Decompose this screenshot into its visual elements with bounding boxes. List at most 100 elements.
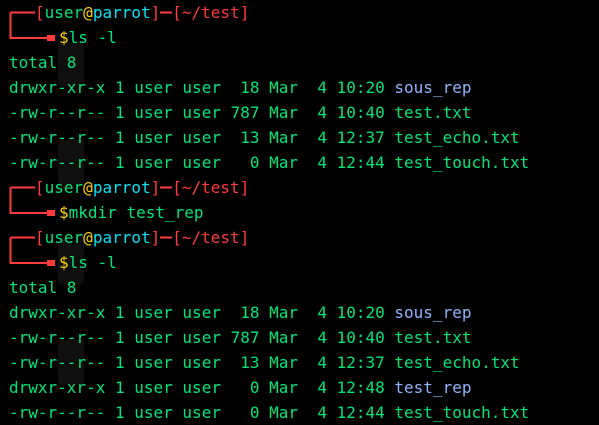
link-count: 1 bbox=[114, 303, 125, 322]
file-permissions: -rw-r--r-- bbox=[9, 128, 106, 147]
file-group: user bbox=[182, 403, 221, 422]
prompt-user: user bbox=[44, 228, 84, 247]
file-size: 0 bbox=[230, 153, 260, 172]
terminal-window[interactable]: [user@parrot] [~/test] $ls -l total 8 drwxr-… bbox=[0, 0, 599, 425]
file-month: Mar bbox=[269, 403, 299, 422]
prompt-command-line[interactable]: $mkdir test_rep bbox=[0, 200, 599, 225]
prompt-bracket-open: [ bbox=[172, 228, 182, 247]
file-month: Mar bbox=[269, 153, 299, 172]
file-permissions: drwxr-xr-x bbox=[9, 303, 106, 322]
prompt-bracket-open: [ bbox=[172, 3, 182, 22]
file-permissions: drwxr-xr-x bbox=[9, 78, 106, 97]
prompt-bracket-close: ] bbox=[239, 3, 250, 22]
ls-row: -rw-r--r-- 1 user user 13 Mar 4 12:37 te… bbox=[0, 350, 599, 375]
link-count: 1 bbox=[114, 103, 125, 122]
file-time: 12:37 bbox=[336, 128, 385, 147]
prompt-frame-dash-icon bbox=[160, 186, 173, 189]
file-day: 4 bbox=[307, 78, 327, 97]
file-month: Mar bbox=[269, 103, 299, 122]
prompt-arrow-icon bbox=[9, 250, 55, 266]
prompt-header: [user@parrot] [~/test] bbox=[0, 175, 599, 200]
file-permissions: -rw-r--r-- bbox=[9, 153, 106, 172]
prompt-frame-dash-icon bbox=[160, 236, 173, 239]
ls-row: -rw-r--r-- 1 user user 13 Mar 4 12:37 te… bbox=[0, 125, 599, 150]
file-group: user bbox=[182, 328, 221, 347]
prompt-bracket-open: [ bbox=[35, 228, 45, 247]
directory-name[interactable]: sous_rep bbox=[394, 303, 471, 322]
file-size: 18 bbox=[230, 78, 260, 97]
file-day: 4 bbox=[307, 328, 327, 347]
prompt-user: user bbox=[44, 178, 84, 197]
prompt-bracket-open: [ bbox=[35, 3, 45, 22]
file-day: 4 bbox=[307, 303, 327, 322]
file-time: 12:37 bbox=[336, 353, 385, 372]
prompt-arrow-icon bbox=[9, 25, 55, 41]
prompt-path: ~/test bbox=[181, 3, 240, 22]
ls-row: -rw-r--r-- 1 user user 0 Mar 4 12:44 tes… bbox=[0, 150, 599, 175]
file-owner: user bbox=[134, 78, 173, 97]
file-month: Mar bbox=[269, 353, 299, 372]
file-name[interactable]: test_touch.txt bbox=[394, 403, 529, 422]
file-time: 10:20 bbox=[336, 78, 385, 97]
directory-name[interactable]: test_rep bbox=[394, 378, 471, 397]
file-size: 787 bbox=[230, 328, 260, 347]
file-time: 12:44 bbox=[336, 153, 385, 172]
prompt-path: ~/test bbox=[181, 178, 240, 197]
file-permissions: -rw-r--r-- bbox=[9, 403, 106, 422]
file-size: 0 bbox=[230, 378, 260, 397]
file-owner: user bbox=[134, 128, 173, 147]
link-count: 1 bbox=[114, 353, 125, 372]
file-day: 4 bbox=[307, 128, 327, 147]
file-day: 4 bbox=[307, 403, 327, 422]
terminal-output: [user@parrot] [~/test] $ls -l total 8 drwxr-… bbox=[0, 0, 599, 425]
ls-row: drwxr-xr-x 1 user user 0 Mar 4 12:48 tes… bbox=[0, 375, 599, 400]
prompt-path: ~/test bbox=[181, 228, 240, 247]
ls-total: total 8 bbox=[9, 53, 77, 72]
file-name[interactable]: test_echo.txt bbox=[394, 353, 519, 372]
prompt-header: [user@parrot] [~/test] bbox=[0, 0, 599, 25]
prompt-bracket-close: ] bbox=[150, 3, 161, 22]
prompt-host: parrot bbox=[92, 3, 151, 22]
file-owner: user bbox=[134, 378, 173, 397]
prompt-bracket-open: [ bbox=[35, 178, 45, 197]
ls-row: -rw-r--r-- 1 user user 787 Mar 4 10:40 t… bbox=[0, 100, 599, 125]
file-group: user bbox=[182, 153, 221, 172]
link-count: 1 bbox=[114, 153, 125, 172]
file-owner: user bbox=[134, 153, 173, 172]
prompt-frame-corner-icon bbox=[9, 186, 35, 200]
file-owner: user bbox=[134, 353, 173, 372]
file-name[interactable]: test.txt bbox=[394, 103, 471, 122]
file-permissions: drwxr-xr-x bbox=[9, 378, 106, 397]
file-group: user bbox=[182, 103, 221, 122]
file-group: user bbox=[182, 378, 221, 397]
command-text[interactable]: ls -l bbox=[69, 28, 117, 47]
file-size: 18 bbox=[230, 303, 260, 322]
file-name[interactable]: test.txt bbox=[394, 328, 471, 347]
file-size: 13 bbox=[230, 128, 260, 147]
link-count: 1 bbox=[114, 378, 125, 397]
file-time: 12:44 bbox=[336, 403, 385, 422]
prompt-bracket-close: ] bbox=[150, 178, 161, 197]
prompt-host: parrot bbox=[92, 228, 151, 247]
file-month: Mar bbox=[269, 128, 299, 147]
ls-total: total 8 bbox=[9, 278, 77, 297]
prompt-bracket-close: ] bbox=[150, 228, 161, 247]
file-time: 12:48 bbox=[336, 378, 385, 397]
link-count: 1 bbox=[114, 403, 125, 422]
link-count: 1 bbox=[114, 128, 125, 147]
file-name[interactable]: test_echo.txt bbox=[394, 128, 519, 147]
ls-row: -rw-r--r-- 1 user user 787 Mar 4 10:40 t… bbox=[0, 325, 599, 350]
command-text[interactable]: ls -l bbox=[69, 253, 117, 272]
link-count: 1 bbox=[114, 78, 125, 97]
file-name[interactable]: test_touch.txt bbox=[394, 153, 529, 172]
directory-name[interactable]: sous_rep bbox=[394, 78, 471, 97]
command-text[interactable]: mkdir test_rep bbox=[69, 203, 204, 222]
file-month: Mar bbox=[269, 303, 299, 322]
prompt-command-line[interactable]: $ls -l bbox=[0, 250, 599, 275]
prompt-command-line[interactable]: $ls -l bbox=[0, 25, 599, 50]
file-day: 4 bbox=[307, 153, 327, 172]
link-count: 1 bbox=[114, 328, 125, 347]
file-month: Mar bbox=[269, 328, 299, 347]
file-owner: user bbox=[134, 328, 173, 347]
prompt-user: user bbox=[44, 3, 84, 22]
